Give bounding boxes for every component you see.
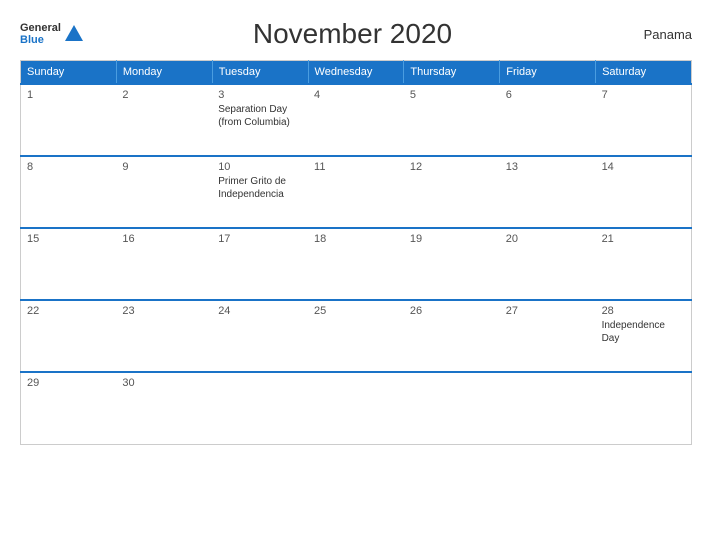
day-number: 1 (27, 89, 110, 101)
header-monday: Monday (116, 61, 212, 85)
calendar-cell: 20 (500, 228, 596, 300)
day-number: 4 (314, 89, 398, 101)
day-number: 21 (602, 233, 685, 245)
logo-blue: Blue (20, 34, 61, 46)
day-number: 25 (314, 305, 398, 317)
day-number: 26 (410, 305, 494, 317)
calendar-cell: 3 Separation Day (from Columbia) (212, 84, 308, 156)
calendar-cell: 23 (116, 300, 212, 372)
day-number: 11 (314, 161, 398, 173)
event-label: Separation Day (from Columbia) (218, 104, 290, 128)
calendar-cell: 30 (116, 372, 212, 444)
logo-text: General Blue (20, 22, 61, 46)
day-number: 5 (410, 89, 494, 101)
calendar-week-row: 29 30 (21, 372, 692, 444)
calendar-cell: 28 Independence Day (596, 300, 692, 372)
header-wednesday: Wednesday (308, 61, 404, 85)
calendar-cell: 12 (404, 156, 500, 228)
calendar-cell: 7 (596, 84, 692, 156)
day-number: 10 (218, 161, 302, 173)
calendar-cell (404, 372, 500, 444)
calendar-cell: 2 (116, 84, 212, 156)
calendar-cell: 4 (308, 84, 404, 156)
calendar-table: Sunday Monday Tuesday Wednesday Thursday… (20, 60, 692, 445)
calendar-week-row: 15 16 17 18 19 20 21 (21, 228, 692, 300)
day-number: 8 (27, 161, 110, 173)
header: General Blue November 2020 Panama (20, 18, 692, 50)
day-number: 12 (410, 161, 494, 173)
calendar-cell: 15 (21, 228, 117, 300)
calendar-cell: 11 (308, 156, 404, 228)
calendar-cell: 18 (308, 228, 404, 300)
calendar-cell: 22 (21, 300, 117, 372)
calendar-cell (308, 372, 404, 444)
country-label: Panama (622, 27, 692, 42)
calendar-cell: 1 (21, 84, 117, 156)
header-friday: Friday (500, 61, 596, 85)
calendar-week-row: 123 Separation Day (from Columbia) 4567 (21, 84, 692, 156)
logo-triangle-icon (65, 25, 83, 41)
day-number: 3 (218, 89, 302, 101)
day-number: 20 (506, 233, 590, 245)
logo: General Blue (20, 22, 83, 46)
calendar-week-row: 89 10 Primer Grito de Independencia 11 12 13 1… (21, 156, 692, 228)
calendar-cell: 26 (404, 300, 500, 372)
calendar-cell: 5 (404, 84, 500, 156)
day-number: 9 (122, 161, 206, 173)
day-number: 14 (602, 161, 685, 173)
day-number: 19 (410, 233, 494, 245)
day-number: 18 (314, 233, 398, 245)
day-number: 22 (27, 305, 110, 317)
calendar-cell: 25 (308, 300, 404, 372)
day-number: 30 (122, 377, 206, 389)
calendar-cell: 27 (500, 300, 596, 372)
calendar-cell: 17 (212, 228, 308, 300)
day-number: 6 (506, 89, 590, 101)
calendar-cell: 14 (596, 156, 692, 228)
calendar-cell: 21 (596, 228, 692, 300)
header-saturday: Saturday (596, 61, 692, 85)
calendar-cell: 9 (116, 156, 212, 228)
day-number: 7 (602, 89, 685, 101)
calendar-cell (212, 372, 308, 444)
calendar-cell: 16 (116, 228, 212, 300)
page: General Blue November 2020 Panama Sunday… (0, 0, 712, 550)
calendar-cell: 24 (212, 300, 308, 372)
calendar-cell (500, 372, 596, 444)
header-sunday: Sunday (21, 61, 117, 85)
calendar-cell: 13 (500, 156, 596, 228)
header-tuesday: Tuesday (212, 61, 308, 85)
day-number: 24 (218, 305, 302, 317)
day-number: 28 (602, 305, 685, 317)
header-thursday: Thursday (404, 61, 500, 85)
calendar-title: November 2020 (83, 18, 622, 50)
day-number: 23 (122, 305, 206, 317)
calendar-cell: 6 (500, 84, 596, 156)
calendar-cell: 29 (21, 372, 117, 444)
calendar-week-row: 22 23 24 25 26 27 28 Independence Day (21, 300, 692, 372)
event-label: Independence Day (602, 320, 665, 344)
day-number: 16 (122, 233, 206, 245)
calendar-cell (596, 372, 692, 444)
calendar-cell: 8 (21, 156, 117, 228)
day-number: 13 (506, 161, 590, 173)
day-number: 27 (506, 305, 590, 317)
day-number: 29 (27, 377, 110, 389)
day-number: 17 (218, 233, 302, 245)
calendar-cell: 10 Primer Grito de Independencia (212, 156, 308, 228)
event-label: Primer Grito de Independencia (218, 176, 286, 200)
calendar-cell: 19 (404, 228, 500, 300)
day-number: 2 (122, 89, 206, 101)
day-number: 15 (27, 233, 110, 245)
logo-general: General (20, 22, 61, 34)
weekday-header-row: Sunday Monday Tuesday Wednesday Thursday… (21, 61, 692, 85)
